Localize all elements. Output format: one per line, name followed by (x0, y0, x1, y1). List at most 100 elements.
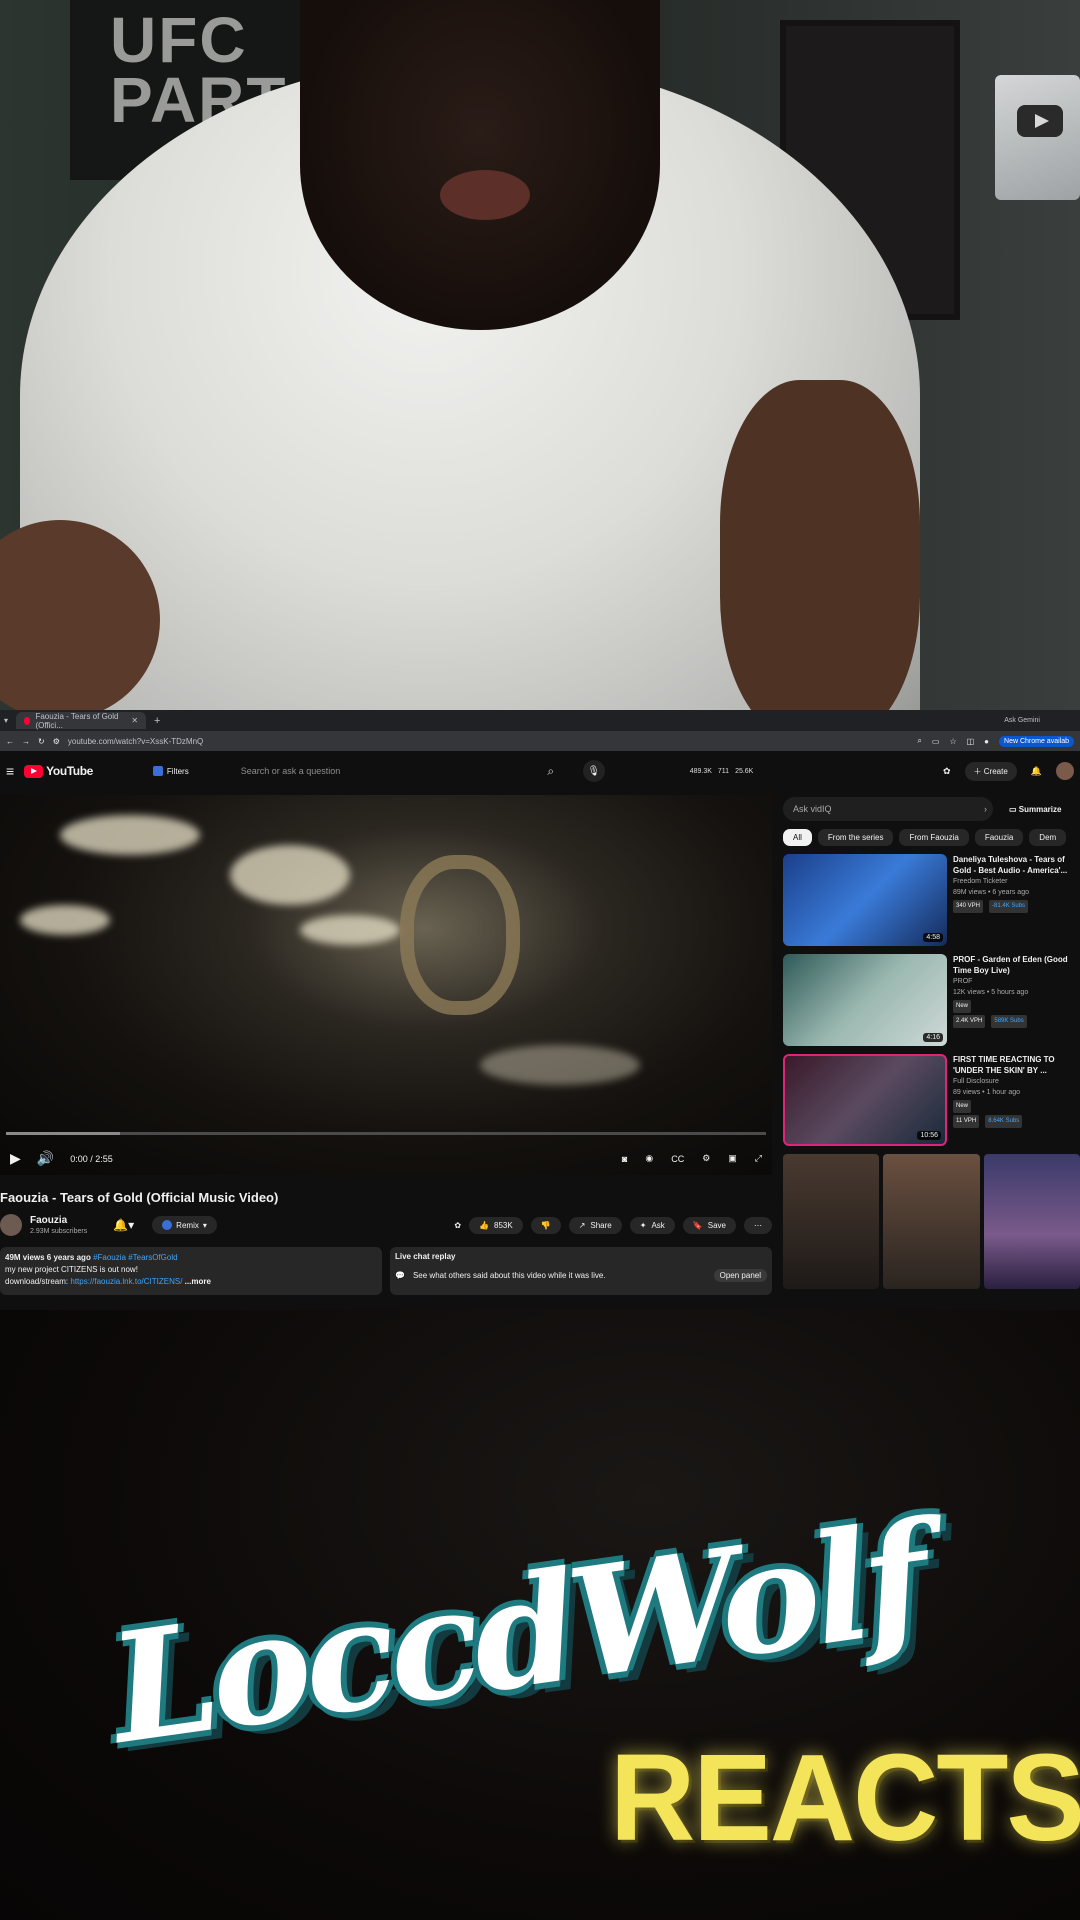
chip-dem[interactable]: Dem (1029, 829, 1067, 846)
short-thumbnail[interactable] (883, 1154, 980, 1289)
short-thumbnail[interactable] (783, 1154, 880, 1289)
subs-badge: 589K Subs (991, 1015, 1027, 1028)
hashtags[interactable]: #Faouzia #TearsOfGold (93, 1253, 178, 1262)
recommended-channel[interactable]: Full Disclosure (953, 1076, 1073, 1087)
search-icon[interactable]: ⌕ (539, 760, 563, 782)
site-info-icon[interactable]: ⚙ (53, 737, 60, 746)
youtube-logo-text: YouTube (46, 764, 93, 778)
forward-icon[interactable]: → (22, 737, 30, 746)
recommended-meta: 12K views • 5 hours ago (953, 989, 1029, 996)
video-thumbnail[interactable]: 10:56 (783, 1054, 947, 1146)
summarize-label: Summarize (1018, 804, 1062, 814)
chip-faouzia[interactable]: Faouzia (974, 829, 1024, 846)
search-page-icon[interactable]: ⌕ (917, 736, 921, 746)
share-button[interactable]: ↗ Share (568, 1216, 622, 1234)
short-thumbnail[interactable] (983, 1154, 1080, 1289)
account-avatar[interactable] (1056, 762, 1074, 780)
description-link[interactable]: https://faouzia.lnk.to/CITIZENS/ (70, 1277, 182, 1286)
bookmark-star-icon[interactable]: ☆ (949, 737, 956, 746)
profile-icon[interactable]: ● (984, 737, 989, 746)
vph-badge: 340 VPH (953, 900, 984, 913)
progress-bar[interactable] (6, 1132, 766, 1135)
show-more-link[interactable]: ...more (185, 1277, 211, 1286)
send-icon[interactable]: › (984, 804, 987, 814)
duration-badge: 4:16 (923, 1033, 943, 1042)
filter-extension-icon (152, 766, 163, 776)
fullscreen-icon[interactable]: ⤢ (755, 1153, 762, 1164)
captions-icon[interactable]: CC (671, 1154, 684, 1164)
tab-list-icon[interactable]: ▾ (4, 716, 8, 725)
extension-gear-icon[interactable]: ✿ (943, 766, 951, 777)
back-icon[interactable]: ← (6, 737, 14, 746)
filters-button[interactable]: Filters (152, 766, 189, 776)
remix-label: Remix (176, 1220, 199, 1230)
video-player[interactable]: ▶ 🔊 0:00 / 2:55 ◙ ◉ CC ⚙ ▣ ⤢ (0, 795, 772, 1175)
microphone-icon[interactable]: 🎙 (582, 760, 605, 782)
vidiq-player-icon[interactable]: ◙ (622, 1154, 627, 1164)
dislike-button[interactable]: 👎 (530, 1216, 561, 1234)
recommended-channel[interactable]: Freedom Ticketer (953, 876, 1073, 887)
likes-stat: 25.6K (735, 767, 754, 775)
ask-gemini-button[interactable]: Ask Gemini (1004, 717, 1040, 724)
reacts-logo: REACTS (610, 1728, 1080, 1868)
settings-gear-icon[interactable]: ⚙ (702, 1153, 710, 1164)
youtube-logo[interactable]: YouTube (24, 764, 93, 778)
recommended-channel[interactable]: PROF (953, 976, 1073, 987)
miniplayer-icon[interactable]: ▣ (728, 1153, 737, 1164)
chip-from-faouzia[interactable]: From Faouzia (899, 829, 969, 846)
chip-all[interactable]: All (783, 829, 812, 846)
filters-label: Filters (166, 766, 189, 776)
recommended-title[interactable]: FIRST TIME REACTING TO 'UNDER THE SKIN' … (953, 1054, 1073, 1076)
notifications-bell-icon[interactable]: 🔔 (1031, 766, 1042, 777)
ask-vidiq-placeholder: Ask vidIQ (793, 804, 832, 814)
ask-button[interactable]: ✦ Ask (629, 1216, 675, 1234)
close-tab-icon[interactable]: ✕ (131, 716, 138, 725)
channel-avatar[interactable] (0, 1214, 22, 1236)
play-icon[interactable]: ▶ (10, 1150, 21, 1167)
chip-from-the-series[interactable]: From the series (817, 829, 894, 846)
summarize-button[interactable]: ▭ Summarize (1009, 805, 1061, 814)
webcam-feed: UFC PART (0, 0, 1080, 710)
channel-row: Faouzia 2.93M subscribers 🔔▾ Remix ▾ ✿ 👍… (0, 1210, 772, 1240)
create-button[interactable]: ＋ Create (964, 761, 1017, 781)
gold-ring-shape (400, 855, 520, 1015)
recommended-meta: 89 views • 1 hour ago (953, 1089, 1021, 1096)
remix-button[interactable]: Remix ▾ (152, 1216, 217, 1234)
volume-icon[interactable]: 🔊 (37, 1150, 54, 1167)
video-thumbnail[interactable]: 4:16 (783, 954, 947, 1046)
shorts-shelf (783, 1154, 1080, 1289)
more-actions-icon[interactable]: ⋯ (744, 1216, 772, 1234)
like-button[interactable]: 👍 853K (469, 1216, 523, 1234)
extension-icon[interactable]: ✿ (454, 1221, 461, 1230)
recommended-title[interactable]: Daneliya Tuleshova - Tears of Gold - Bes… (953, 854, 1073, 876)
channel-branding-area: LoccdWolf REACTS (0, 1310, 1080, 1920)
browser-tab[interactable]: Faouzia - Tears of Gold (Offici... ✕ (16, 712, 147, 730)
new-tab-button[interactable]: + (154, 715, 160, 727)
subscribe-bell-icon[interactable]: 🔔▾ (113, 1218, 134, 1232)
comments-stat: 711 (717, 767, 730, 775)
recommended-video[interactable]: 4:58 Daneliya Tuleshova - Tears of Gold … (783, 854, 1080, 946)
extensions-icon[interactable]: ◫ (967, 737, 975, 746)
reload-icon[interactable]: ↻ (38, 737, 45, 746)
youtube-play-button-plaque (995, 75, 1080, 200)
open-panel-button[interactable]: Open panel (713, 1269, 767, 1282)
save-label: Save (707, 1220, 726, 1230)
person-beard (300, 0, 660, 330)
search-input[interactable]: Search or ask a question (229, 760, 529, 782)
save-button[interactable]: 🔖 Save (682, 1216, 736, 1234)
autoplay-icon[interactable]: ◉ (645, 1153, 653, 1164)
recommended-video[interactable]: 10:56 FIRST TIME REACTING TO 'UNDER THE … (783, 1054, 1080, 1146)
cast-icon[interactable]: ▭ (932, 737, 940, 746)
vidiq-ask-bar: Ask vidIQ › ▭ Summarize (783, 795, 1080, 823)
new-chrome-available-button[interactable]: New Chrome availab (999, 735, 1074, 747)
description-box[interactable]: 49M views 6 years ago #Faouzia #TearsOfG… (0, 1247, 382, 1295)
recommended-title[interactable]: PROF - Garden of Eden (Good Time Boy Liv… (953, 954, 1073, 976)
video-thumbnail[interactable]: 4:58 (783, 854, 947, 946)
ask-vidiq-input[interactable]: Ask vidIQ › (783, 797, 993, 821)
hamburger-menu-icon[interactable]: ≡ (6, 763, 14, 779)
url-field[interactable]: youtube.com/watch?v=XssK-TDzMnQ (68, 737, 203, 746)
browser-window: ▾ Faouzia - Tears of Gold (Offici... ✕ +… (0, 710, 1080, 1310)
recommended-video[interactable]: 4:16 PROF - Garden of Eden (Good Time Bo… (783, 954, 1080, 1046)
channel-name[interactable]: Faouzia (30, 1215, 87, 1226)
view-count-date: 49M views 6 years ago (5, 1253, 91, 1262)
